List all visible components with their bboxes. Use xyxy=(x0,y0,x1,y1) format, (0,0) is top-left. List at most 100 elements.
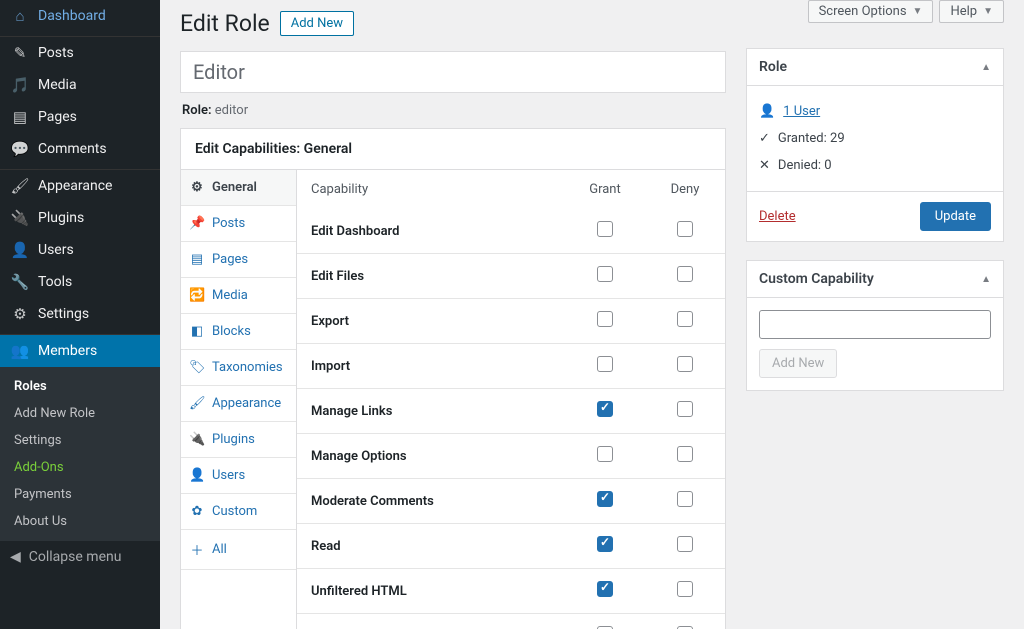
deny-checkbox[interactable] xyxy=(677,221,693,237)
tab-blocks[interactable]: ◧Blocks xyxy=(181,314,296,350)
toggle-icon[interactable]: ▲ xyxy=(981,62,991,73)
role-name-input[interactable] xyxy=(180,51,726,93)
tab-custom[interactable]: ✿Custom xyxy=(181,494,296,530)
grant-checkbox[interactable] xyxy=(597,221,613,237)
screen-options-button[interactable]: Screen Options▼ xyxy=(808,0,934,23)
custom-capability-box: Custom Capability ▲ Add New xyxy=(746,260,1004,391)
tab-all[interactable]: ＋All xyxy=(181,530,296,570)
capability-row: Import xyxy=(297,344,725,389)
menu-icon: ⚙ xyxy=(10,305,30,323)
menu-icon: 🖌 xyxy=(10,177,30,195)
submenu-payments[interactable]: Payments xyxy=(0,481,160,508)
capability-name: Import xyxy=(297,344,565,389)
capabilities-table: Capability Grant Deny Edit DashboardEdit… xyxy=(297,170,725,629)
deny-checkbox[interactable] xyxy=(677,446,693,462)
capability-name: Read xyxy=(297,524,565,569)
menu-icon: 🎵 xyxy=(10,76,30,94)
capability-row: Export xyxy=(297,299,725,344)
sidebar-item-settings[interactable]: ⚙Settings xyxy=(0,298,160,330)
toggle-icon[interactable]: ▲ xyxy=(981,274,991,285)
sidebar-item-posts[interactable]: ✎Posts xyxy=(0,37,160,69)
role-slug: Role: editor xyxy=(180,93,726,128)
submenu-add-ons[interactable]: Add-Ons xyxy=(0,454,160,481)
menu-icon: 🔌 xyxy=(10,209,30,227)
capability-row: Manage Options xyxy=(297,434,725,479)
add-capability-button[interactable]: Add New xyxy=(759,349,837,378)
grant-checkbox[interactable] xyxy=(597,536,613,552)
capability-name: Manage Links xyxy=(297,389,565,434)
submenu-settings[interactable]: Settings xyxy=(0,427,160,454)
user-icon: 👤 xyxy=(759,104,775,119)
granted-count: Granted: 29 xyxy=(778,131,845,146)
custom-capability-input[interactable] xyxy=(759,310,991,339)
menu-icon: ▤ xyxy=(10,108,30,126)
capability-tabs: ⚙General📌Posts▤Pages🔁Media◧Blocks🏷Taxono… xyxy=(181,170,297,629)
menu-icon: 🔧 xyxy=(10,273,30,291)
page-title: Edit Role xyxy=(180,10,270,37)
deny-checkbox[interactable] xyxy=(677,356,693,372)
capability-row: Read xyxy=(297,524,725,569)
submenu-add-new-role[interactable]: Add New Role xyxy=(0,400,160,427)
tab-posts[interactable]: 📌Posts xyxy=(181,206,296,242)
collapse-menu[interactable]: ◀ Collapse menu xyxy=(0,541,160,573)
capability-name: Edit Files xyxy=(297,254,565,299)
users-link[interactable]: 1 User xyxy=(783,104,820,119)
sidebar-item-pages[interactable]: ▤Pages xyxy=(0,101,160,133)
help-button[interactable]: Help▼ xyxy=(939,0,1004,23)
grant-checkbox[interactable] xyxy=(597,491,613,507)
sidebar-item-media[interactable]: 🎵Media xyxy=(0,69,160,101)
deny-checkbox[interactable] xyxy=(677,536,693,552)
tab-icon: 📌 xyxy=(189,216,205,231)
check-icon: ✓ xyxy=(759,131,770,146)
collapse-icon: ◀ xyxy=(10,549,21,565)
sidebar-item-plugins[interactable]: 🔌Plugins xyxy=(0,202,160,234)
tab-icon: ▤ xyxy=(189,252,205,267)
grant-checkbox[interactable] xyxy=(597,356,613,372)
submenu-about-us[interactable]: About Us xyxy=(0,508,160,535)
tab-icon: ＋ xyxy=(189,540,205,559)
role-box: Role ▲ 👤1 User ✓Granted: 29 ✕Denied: 0 D… xyxy=(746,48,1004,242)
sidebar-item-appearance[interactable]: 🖌Appearance xyxy=(0,170,160,202)
grant-checkbox[interactable] xyxy=(597,446,613,462)
tab-icon: 👤 xyxy=(189,468,205,483)
sidebar-item-tools[interactable]: 🔧Tools xyxy=(0,266,160,298)
tab-general[interactable]: ⚙General xyxy=(181,170,296,206)
tab-taxonomies[interactable]: 🏷Taxonomies xyxy=(181,350,296,386)
grant-checkbox[interactable] xyxy=(597,311,613,327)
submenu-roles[interactable]: Roles xyxy=(0,373,160,400)
collapse-label: Collapse menu xyxy=(29,549,122,565)
tab-users[interactable]: 👤Users xyxy=(181,458,296,494)
grant-checkbox[interactable] xyxy=(597,401,613,417)
deny-checkbox[interactable] xyxy=(677,581,693,597)
col-grant: Grant xyxy=(565,170,645,209)
capability-row: Edit Files xyxy=(297,254,725,299)
sidebar-item-dashboard[interactable]: ⌂Dashboard xyxy=(0,0,160,32)
deny-checkbox[interactable] xyxy=(677,401,693,417)
tab-icon: ⚙ xyxy=(189,180,205,195)
capability-name: Export xyxy=(297,299,565,344)
update-button[interactable]: Update xyxy=(920,202,991,231)
sidebar-item-comments[interactable]: 💬Comments xyxy=(0,133,160,165)
denied-count: Denied: 0 xyxy=(778,158,832,173)
grant-checkbox[interactable] xyxy=(597,266,613,282)
sidebar-item-users[interactable]: 👤Users xyxy=(0,234,160,266)
sidebar-item-members[interactable]: 👥Members xyxy=(0,335,160,367)
capability-name: Moderate Comments xyxy=(297,479,565,524)
tab-pages[interactable]: ▤Pages xyxy=(181,242,296,278)
delete-link[interactable]: Delete xyxy=(759,209,796,224)
tab-appearance[interactable]: 🖌Appearance xyxy=(181,386,296,422)
deny-checkbox[interactable] xyxy=(677,491,693,507)
deny-checkbox[interactable] xyxy=(677,266,693,282)
add-new-button[interactable]: Add New xyxy=(280,11,354,36)
tab-plugins[interactable]: 🔌Plugins xyxy=(181,422,296,458)
capability-name: Manage Options xyxy=(297,434,565,479)
menu-icon: ✎ xyxy=(10,44,30,62)
panel-heading: Edit Capabilities: General xyxy=(181,129,725,170)
capability-name: Unfiltered HTML xyxy=(297,569,565,614)
deny-checkbox[interactable] xyxy=(677,311,693,327)
menu-icon: 👤 xyxy=(10,241,30,259)
menu-icon: 👥 xyxy=(10,342,30,360)
menu-icon: 💬 xyxy=(10,140,30,158)
grant-checkbox[interactable] xyxy=(597,581,613,597)
tab-media[interactable]: 🔁Media xyxy=(181,278,296,314)
